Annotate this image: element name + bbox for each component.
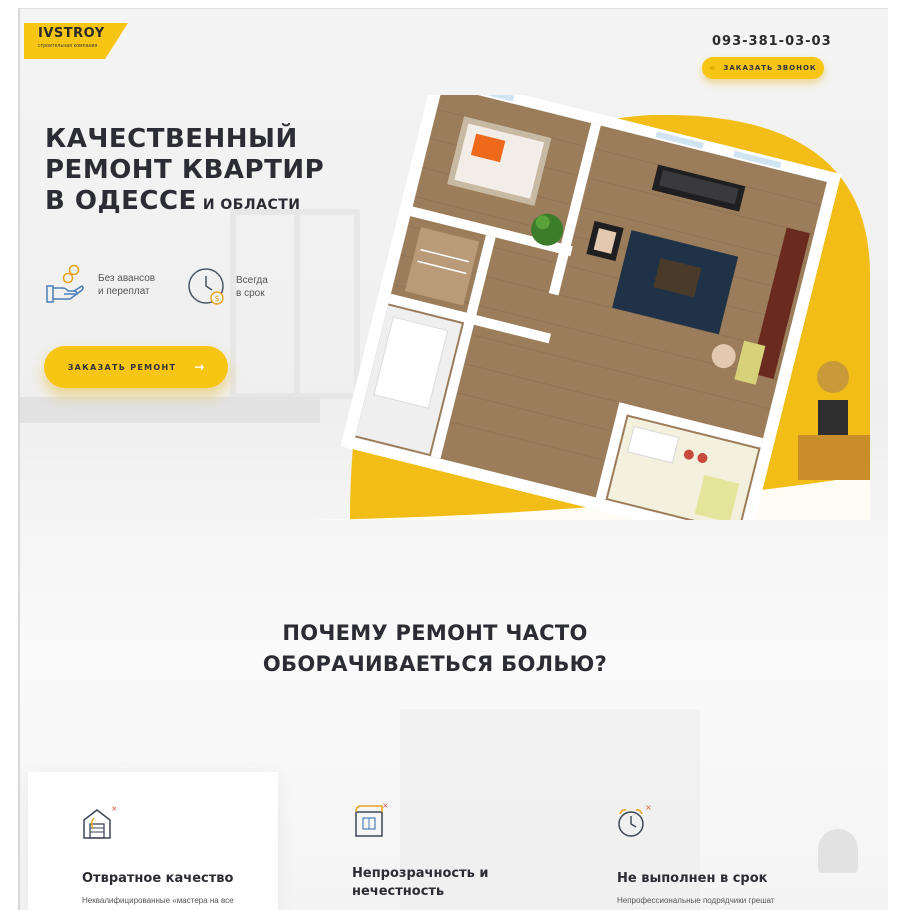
hero-title-city: В ОДЕССЕ bbox=[45, 186, 197, 216]
hand-coins-icon bbox=[46, 264, 84, 303]
logo-name: IVSTROY bbox=[38, 26, 105, 41]
card-1-title: Отвратное качество bbox=[82, 871, 234, 886]
svg-text:×: × bbox=[645, 803, 651, 812]
card-1-text: Неквалифицированные «мастера на все bbox=[82, 896, 234, 905]
card-2-title-line1: Непрозрачность и bbox=[352, 866, 489, 881]
section-title-line2: ОБОРАЧИВАЕТЬСЯ БОЛЬЮ? bbox=[262, 652, 608, 676]
feature-no-prepay: Без авансов и переплат bbox=[44, 264, 155, 306]
feature-text-1: Без авансов и переплат bbox=[98, 272, 155, 298]
background-lamp bbox=[818, 829, 858, 873]
logo-tagline: строительная компания bbox=[38, 43, 98, 49]
feature-2-line2: в срок bbox=[236, 288, 265, 299]
speaker-icon bbox=[710, 65, 716, 71]
blueprint-icon: × bbox=[355, 801, 388, 837]
card-3-title: Не выполнен в срок bbox=[617, 871, 768, 886]
clock-dollar-icon: $ bbox=[188, 268, 224, 305]
section-title-line1: ПОЧЕМУ РЕМОНТ ЧАСТО bbox=[282, 621, 588, 645]
card-2-title-line2: нечестность bbox=[352, 884, 445, 899]
alarm-clock-icon: × bbox=[618, 803, 651, 837]
callback-button[interactable]: ЗАКАЗАТЬ ЗВОНОК bbox=[702, 57, 824, 79]
svg-text:×: × bbox=[382, 801, 388, 810]
phone-number[interactable]: 093-381-03-03 bbox=[712, 34, 832, 49]
feature-on-time: $ Всегда в срок bbox=[186, 266, 268, 308]
svg-text:×: × bbox=[111, 804, 116, 813]
hero-title-suffix: И ОБЛАСТИ bbox=[202, 197, 301, 213]
callback-label: ЗАКАЗАТЬ ЗВОНОК bbox=[723, 64, 817, 72]
order-repair-button[interactable]: ЗАКАЗАТЬ РЕМОНТ → bbox=[44, 346, 228, 388]
section-title: ПОЧЕМУ РЕМОНТ ЧАСТО ОБОРАЧИВАЕТЬСЯ БОЛЬЮ… bbox=[0, 618, 870, 680]
arrow-right-icon: → bbox=[194, 360, 205, 374]
feature-1-line1: Без авансов bbox=[98, 273, 156, 284]
apartment-plan-illustration bbox=[310, 95, 870, 520]
svg-text:$: $ bbox=[214, 294, 219, 303]
order-repair-label: ЗАКАЗАТЬ РЕМОНТ bbox=[67, 362, 177, 372]
background-shelf bbox=[20, 397, 320, 423]
card-bad-quality: × Отвратное качество Неквалифицированные… bbox=[28, 772, 278, 910]
feature-1-line2: и переплат bbox=[98, 286, 150, 297]
card-2-title: Непрозрачность и нечестность bbox=[352, 865, 552, 901]
card-3-text: Непрофессиональные подрядчики грешат bbox=[617, 896, 775, 905]
feature-2-line1: Всегда bbox=[236, 275, 268, 286]
feature-text-2: Всегда в срок bbox=[236, 274, 268, 300]
garage-house-icon: × bbox=[83, 804, 116, 839]
